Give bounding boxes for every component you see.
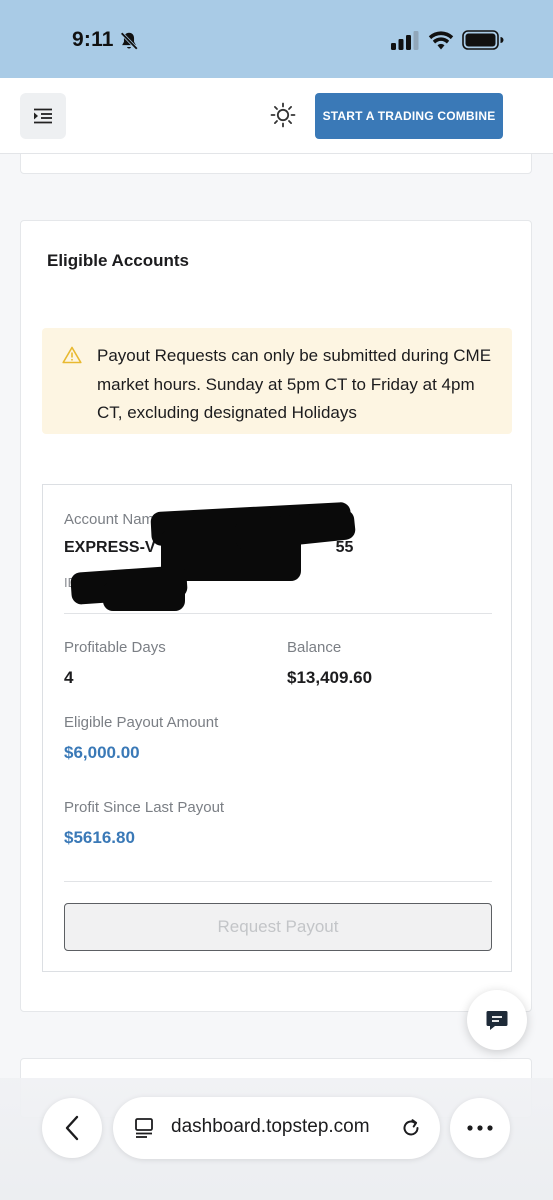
eligible-accounts-card: Eligible Accounts Payout Requests can on… (20, 220, 532, 1012)
status-time: 9:11 (72, 28, 114, 51)
payout-hours-alert: Payout Requests can only be submitted du… (42, 328, 512, 434)
eligible-payout-value: $6,000.00 (64, 743, 140, 762)
reader-mode-icon (135, 1118, 153, 1138)
profit-since-value: $5616.80 (64, 828, 135, 847)
chat-button[interactable] (467, 990, 527, 1050)
url-text: dashboard.topstep.com (171, 1116, 370, 1137)
address-bar[interactable]: dashboard.topstep.com (113, 1097, 440, 1159)
chevron-left-icon (65, 1115, 79, 1141)
redaction-mark (103, 581, 185, 611)
more-button[interactable] (450, 1098, 510, 1158)
battery-icon (462, 30, 504, 50)
start-trading-combine-button[interactable]: START A TRADING COMBINE (315, 93, 503, 139)
profitable-days-value: 4 (64, 668, 74, 687)
chat-icon (486, 1011, 508, 1030)
eligible-payout-label: Eligible Payout Amount (64, 714, 219, 731)
ios-status-bar: 9:11 (0, 0, 553, 78)
alert-message: Payout Requests can only be submitted du… (97, 346, 492, 422)
app-header: START A TRADING COMBINE (0, 78, 553, 154)
account-name-suffix: 55 (335, 539, 354, 556)
previous-card (20, 154, 532, 174)
more-dots-icon (467, 1125, 493, 1131)
account-name-prefix: EXPRESS-V (64, 539, 156, 556)
balance-label: Balance (287, 639, 342, 656)
menu-indent-icon (34, 108, 52, 124)
account-name-label: Account Name (64, 511, 163, 528)
reload-icon[interactable] (399, 1116, 423, 1140)
divider (64, 881, 492, 882)
theme-toggle-button[interactable] (268, 100, 298, 130)
profit-since-label: Profit Since Last Payout (64, 799, 225, 816)
cellular-signal-icon (391, 31, 419, 50)
card-title: Eligible Accounts (47, 251, 190, 270)
wifi-icon (428, 31, 454, 50)
back-button[interactable] (42, 1098, 102, 1158)
profitable-days-label: Profitable Days (64, 639, 166, 656)
main-content[interactable]: Eligible Accounts Payout Requests can on… (0, 154, 553, 1200)
divider (64, 613, 492, 614)
menu-toggle-button[interactable] (20, 93, 66, 139)
browser-toolbar: dashboard.topstep.com (0, 1078, 553, 1200)
balance-value: $13,409.60 (287, 668, 373, 687)
sun-icon (270, 102, 296, 128)
request-payout-button[interactable]: Request Payout (64, 903, 492, 951)
warning-icon (62, 346, 82, 364)
bell-muted-icon (120, 32, 138, 50)
account-item: Account Name EXPRESS-V55 ID: 980 Profita… (42, 484, 512, 972)
